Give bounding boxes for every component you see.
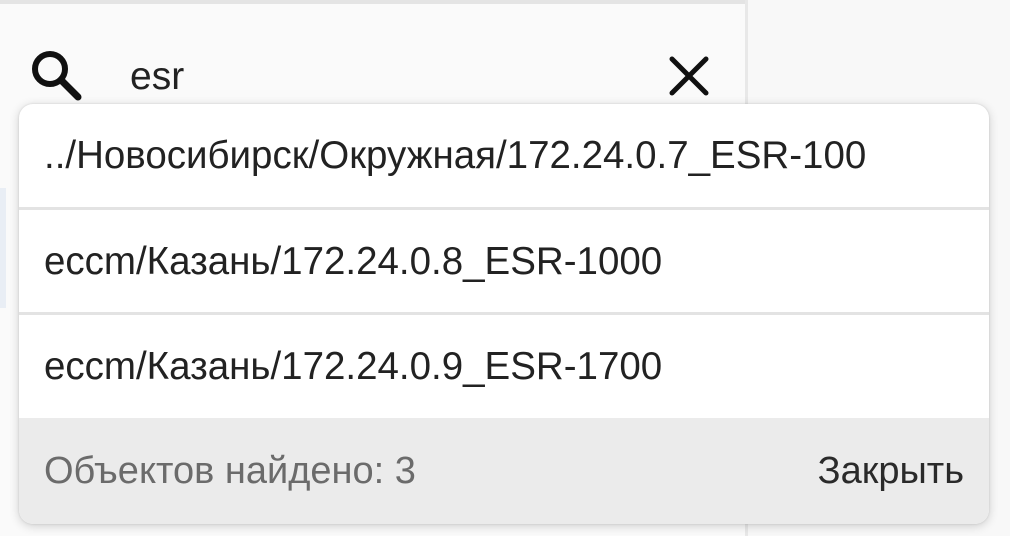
found-count: Объектов найдено: 3: [44, 449, 416, 492]
popup-footer: Объектов найдено: 3 Закрыть: [19, 418, 989, 524]
search-icon: [32, 51, 82, 101]
panel-edge-strip: [0, 188, 6, 308]
close-icon[interactable]: [664, 51, 714, 101]
search-result-item[interactable]: ../Новосибирск/Окружная/172.24.0.7_ESR-1…: [19, 104, 989, 207]
search-results-popup: ../Новосибирск/Окружная/172.24.0.7_ESR-1…: [19, 104, 989, 524]
close-button[interactable]: Закрыть: [818, 418, 964, 524]
search-result-item[interactable]: eccm/Казань/172.24.0.9_ESR-1700: [19, 315, 989, 418]
search-input[interactable]: [130, 49, 630, 105]
search-result-item[interactable]: eccm/Казань/172.24.0.8_ESR-1000: [19, 210, 989, 313]
